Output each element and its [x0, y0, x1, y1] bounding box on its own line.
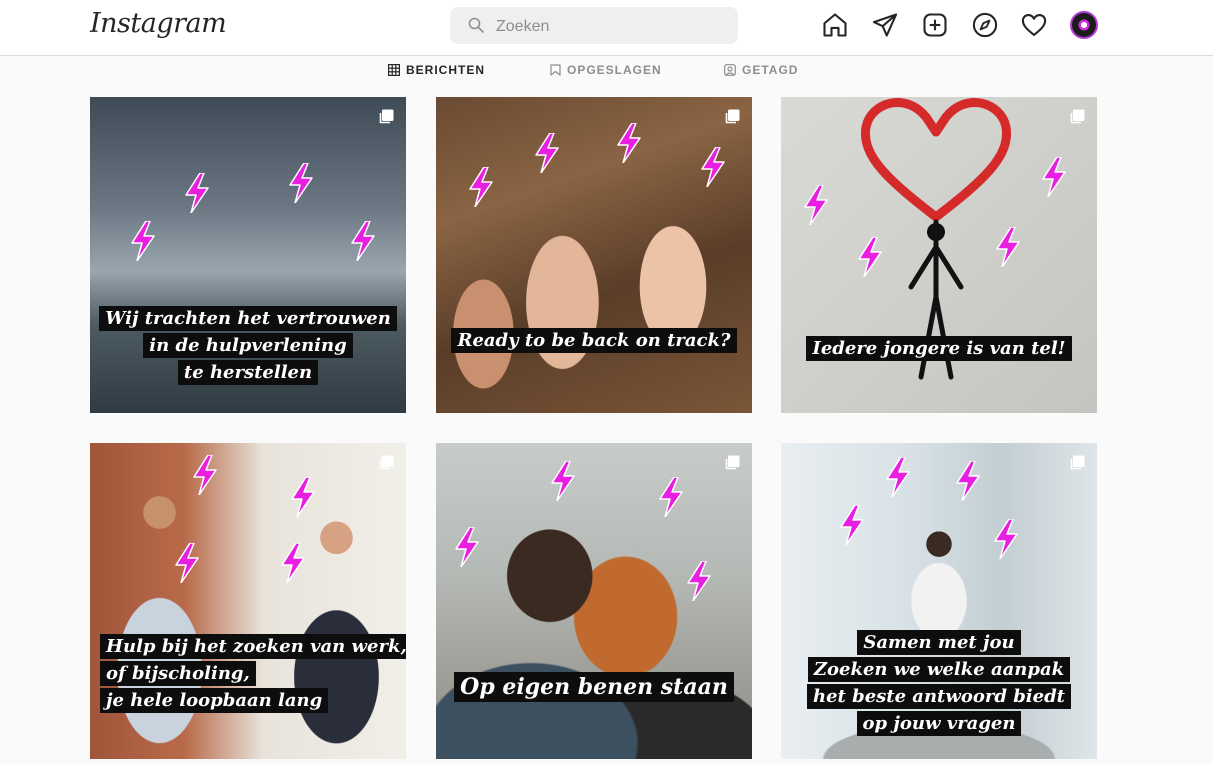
people-shape — [436, 443, 752, 759]
lightning-bolt-icon — [837, 505, 867, 545]
explore-icon[interactable] — [971, 11, 999, 39]
post-tile[interactable]: Op eigen benen staan — [436, 443, 752, 759]
lightning-bolt-icon — [172, 543, 202, 583]
multiple-photos-icon — [378, 455, 394, 471]
lightning-bolt-icon — [993, 227, 1023, 267]
lightning-bolt-icon — [190, 455, 220, 495]
home-icon[interactable] — [821, 11, 849, 39]
lightning-bolt-icon — [656, 477, 686, 517]
caption-line: in de hulpverlening — [143, 333, 353, 358]
grid-icon — [388, 64, 400, 76]
lightning-bolt-icon — [698, 147, 728, 187]
caption-line: Zoeken we welke aanpak — [807, 657, 1071, 682]
post-caption: Wij trachten het vertrouwen in de hulpve… — [90, 305, 406, 386]
caption-line: het beste antwoord biedt — [806, 684, 1071, 709]
lightning-bolt-icon — [288, 477, 318, 517]
profile-tabs: BERICHTEN OPGESLAGEN GETAGD — [0, 56, 1213, 84]
multiple-photos-icon — [378, 109, 394, 125]
top-navigation-bar: Instagram — [0, 0, 1213, 56]
tab-label: BERICHTEN — [406, 63, 486, 77]
bookmark-icon — [550, 64, 561, 76]
lightning-bolt-icon — [883, 457, 913, 497]
multiple-photos-icon — [1069, 455, 1085, 471]
caption-line: Ready to be back on track? — [451, 328, 737, 353]
caption-line: Wij trachten het vertrouwen — [99, 306, 397, 331]
post-caption: Iedere jongere is van tel! — [781, 335, 1097, 362]
lightning-bolt-icon — [548, 461, 578, 501]
caption-line: je hele loopbaan lang — [100, 688, 329, 713]
caption-line: op jouw vragen — [856, 711, 1022, 736]
caption-line: Iedere jongere is van tel! — [806, 336, 1072, 361]
search-input[interactable] — [494, 12, 728, 41]
caption-line: Hulp bij het zoeken van werk, — [100, 634, 406, 659]
tab-getagd[interactable]: GETAGD — [724, 63, 798, 77]
lightning-bolt-icon — [684, 561, 714, 601]
new-post-icon[interactable] — [921, 11, 949, 39]
lightning-bolt-icon — [452, 527, 482, 567]
activity-heart-icon[interactable] — [1020, 11, 1048, 39]
multiple-photos-icon — [1069, 109, 1085, 125]
search-box[interactable] — [450, 7, 738, 44]
profile-avatar[interactable] — [1070, 11, 1098, 39]
post-caption: Op eigen benen staan — [436, 671, 752, 703]
post-tile[interactable]: Wij trachten het vertrouwen in de hulpve… — [90, 97, 406, 413]
lightning-bolt-icon — [182, 173, 212, 213]
lightning-bolt-icon — [286, 163, 316, 203]
post-tile[interactable]: Iedere jongere is van tel! — [781, 97, 1097, 413]
multiple-photos-icon — [724, 109, 740, 125]
lightning-bolt-icon — [128, 221, 158, 261]
tagged-icon — [724, 64, 736, 76]
lightning-bolt-icon — [466, 167, 496, 207]
caption-line: of bijscholing, — [100, 661, 256, 686]
lightning-bolt-icon — [991, 519, 1021, 559]
caption-line: Op eigen benen staan — [454, 672, 734, 702]
lightning-bolt-icon — [1039, 157, 1069, 197]
lightning-bolt-icon — [532, 133, 562, 173]
hands-shape — [436, 97, 752, 413]
direct-message-icon[interactable] — [871, 11, 899, 39]
multiple-photos-icon — [724, 455, 740, 471]
tab-label: GETAGD — [742, 63, 799, 77]
post-caption: Samen met jou Zoeken we welke aanpak het… — [781, 629, 1097, 737]
tab-opgeslagen[interactable]: OPGESLAGEN — [550, 63, 662, 77]
lightning-bolt-icon — [614, 123, 644, 163]
post-tile[interactable]: Hulp bij het zoeken van werk, of bijscho… — [90, 443, 406, 759]
tab-berichten[interactable]: BERICHTEN — [388, 63, 485, 77]
lightning-bolt-icon — [801, 185, 831, 225]
lightning-bolt-icon — [953, 461, 983, 501]
post-caption: Hulp bij het zoeken van werk, of bijscho… — [90, 633, 406, 714]
post-tile[interactable]: Ready to be back on track? — [436, 97, 752, 413]
caption-line: Samen met jou — [857, 630, 1021, 655]
post-tile[interactable]: Samen met jou Zoeken we welke aanpak het… — [781, 443, 1097, 759]
lightning-bolt-icon — [855, 237, 885, 277]
lightning-bolt-icon — [278, 543, 308, 583]
tab-label: OPGESLAGEN — [567, 63, 662, 77]
search-icon — [468, 17, 484, 33]
instagram-logo[interactable]: Instagram — [90, 8, 227, 39]
caption-line: te herstellen — [177, 360, 319, 385]
post-caption: Ready to be back on track? — [436, 327, 752, 354]
lightning-bolt-icon — [348, 221, 378, 261]
